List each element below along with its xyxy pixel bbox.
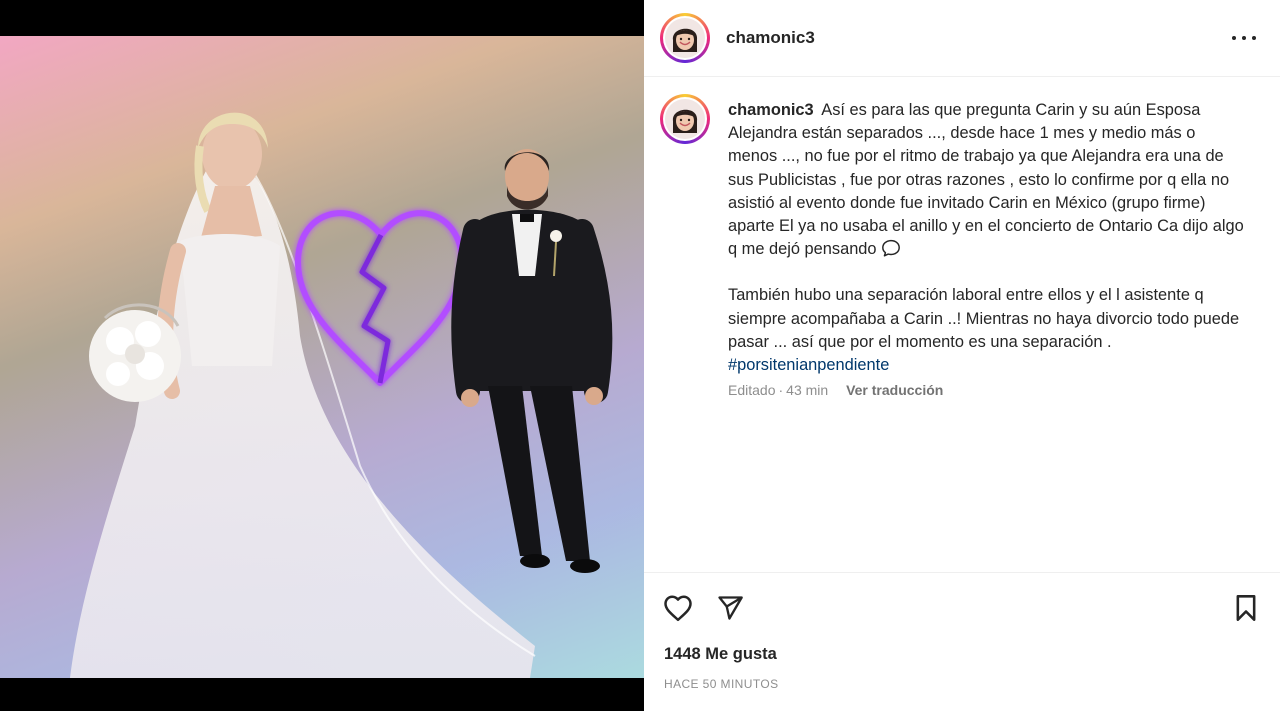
- caption-paragraph-2: También hubo una separación laboral entr…: [728, 284, 1248, 377]
- post-timestamp[interactable]: HACE 50 MINUTOS: [664, 677, 778, 691]
- broken-heart-icon: [295, 210, 465, 386]
- caption-avatar[interactable]: [660, 94, 710, 144]
- action-bar: [644, 574, 1280, 638]
- post-header: chamonic3: [644, 0, 1280, 77]
- paper-plane-icon[interactable]: [714, 592, 746, 624]
- post-details: chamonic3 chamonic3 Así es para las que …: [644, 0, 1280, 711]
- caption-meta: Editado · 43 min Ver traducción: [728, 382, 943, 398]
- caption-username-link[interactable]: chamonic3: [728, 101, 814, 119]
- edited-label: Editado: [728, 382, 776, 398]
- comments-section: chamonic3 Así es para las que pregunta C…: [644, 77, 1280, 573]
- caption-text-1: Así es para las que pregunta Carin y su …: [728, 101, 1244, 259]
- profile-picture-icon: [665, 99, 705, 139]
- speech-bubble-icon: [881, 240, 900, 257]
- more-options-icon[interactable]: [1232, 28, 1256, 48]
- caption-age: 43 min: [786, 382, 829, 398]
- username-link[interactable]: chamonic3: [726, 28, 815, 48]
- wedding-photo-illustration: [70, 112, 613, 678]
- instagram-post: chamonic3 chamonic3 Así es para las que …: [0, 0, 1280, 711]
- post-photo[interactable]: [0, 36, 644, 678]
- post-media: [0, 0, 644, 711]
- heart-icon[interactable]: [662, 592, 694, 624]
- groom-figure: [451, 149, 613, 573]
- bookmark-icon[interactable]: [1230, 592, 1262, 624]
- profile-picture-icon: [665, 18, 705, 58]
- see-translation-button[interactable]: Ver traducción: [846, 382, 943, 398]
- avatar[interactable]: [660, 13, 710, 63]
- caption-text-2: También hubo una separación laboral entr…: [728, 286, 1240, 351]
- likes-count[interactable]: 1448 Me gusta: [664, 645, 777, 664]
- hashtag-link[interactable]: #porsitenianpendiente: [728, 356, 889, 374]
- meta-separator: ·: [778, 382, 784, 398]
- caption-paragraph-1: chamonic3 Así es para las que pregunta C…: [728, 99, 1248, 261]
- post-caption: chamonic3 Así es para las que pregunta C…: [728, 99, 1248, 377]
